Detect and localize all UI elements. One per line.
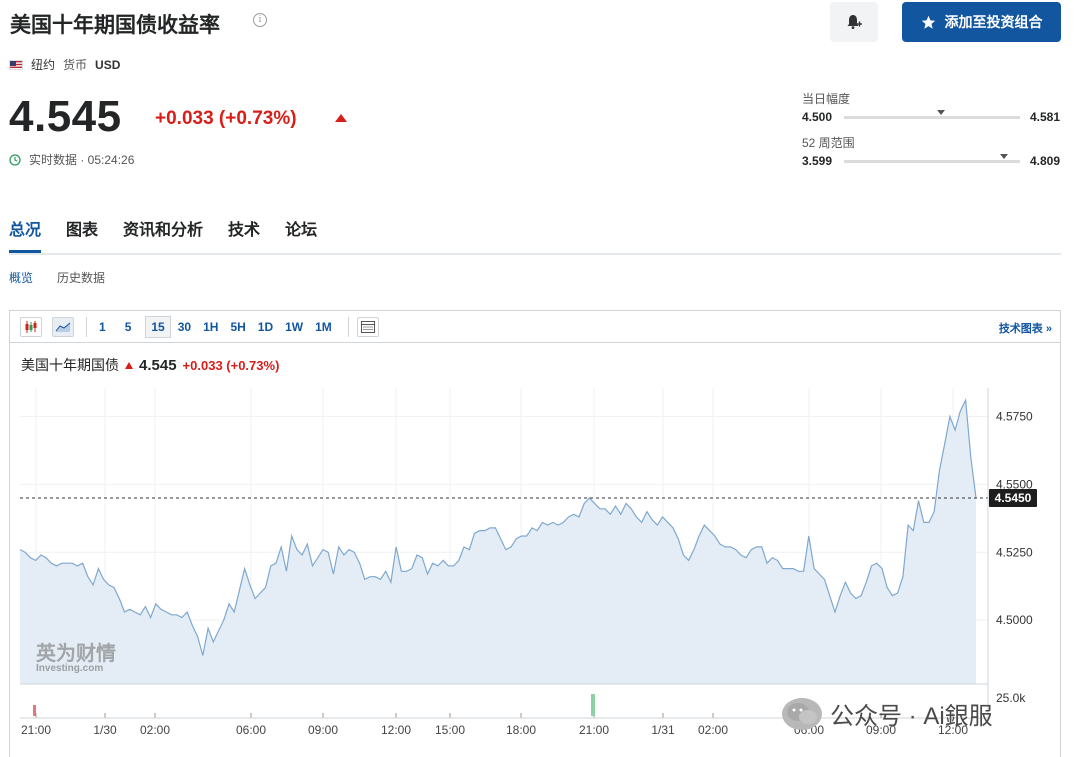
- y-tick-label: 4.5750: [996, 410, 1033, 424]
- x-tick-label: 09:00: [308, 723, 338, 737]
- volume-tick-label: 25.0k: [996, 691, 1026, 705]
- x-tick-label: 02:00: [140, 723, 170, 737]
- volume-bar: [591, 694, 595, 716]
- y-tick-label: 4.5000: [996, 613, 1033, 627]
- volume-bar: [33, 705, 36, 716]
- x-tick-label: 12:00: [381, 723, 411, 737]
- investing-logo-en: Investing.com: [36, 663, 103, 674]
- wechat-icon: [782, 697, 822, 730]
- x-tick-label: 15:00: [435, 723, 465, 737]
- x-tick-label: 06:00: [236, 723, 266, 737]
- x-tick-label: 18:00: [506, 723, 536, 737]
- y-tick-label: 4.5250: [996, 545, 1033, 559]
- x-tick-label: 1/30: [93, 723, 117, 737]
- overlay-watermark: 公众号 · Ai銀服: [782, 696, 993, 731]
- x-tick-label: 21:00: [579, 723, 609, 737]
- x-tick-label: 1/31: [651, 723, 675, 737]
- investing-logo-cn: 英为财情: [36, 641, 116, 665]
- overlay-watermark-text: 公众号 · Ai銀服: [830, 703, 993, 730]
- current-price-label: 4.5450: [995, 491, 1032, 505]
- price-chart: 21:00 1/30 02:00 06:00 09:00 12:00 15:00 18:00 2…: [19, 388, 1037, 737]
- x-tick-label: 02:00: [698, 723, 728, 737]
- x-tick-label: 21:00: [21, 723, 51, 737]
